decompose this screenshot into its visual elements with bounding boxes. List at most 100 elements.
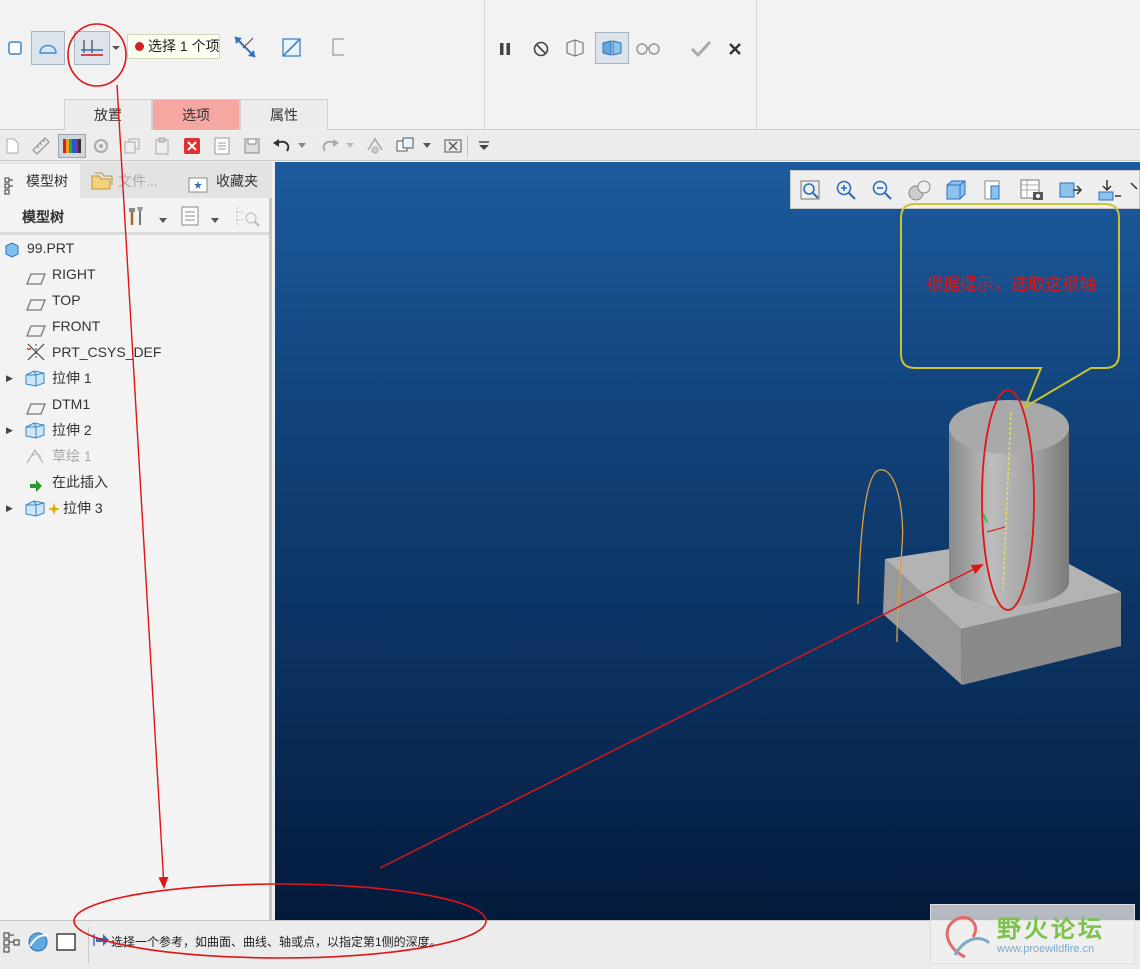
remove-material-button[interactable] — [277, 32, 307, 62]
tree-item-datum-plane[interactable]: FRONT — [0, 313, 269, 339]
favorites-icon — [188, 172, 208, 198]
tree-item-part[interactable]: 99.PRT — [0, 235, 269, 261]
save-button[interactable] — [240, 134, 264, 158]
tree-settings-button[interactable] — [126, 204, 152, 231]
tree-item-label: RIGHT — [52, 266, 96, 282]
measure-button[interactable] — [29, 134, 53, 158]
regenerate-model-button[interactable] — [363, 134, 387, 158]
regenerate-button[interactable] — [89, 134, 113, 158]
tree-item-label: 99.PRT — [27, 240, 75, 256]
filter-tree-icon — [236, 207, 260, 227]
depth-options-dropdown[interactable] — [108, 33, 124, 63]
navigator-tabs: 模型树 文件... 收藏夹 — [0, 162, 272, 198]
tree-item-extrude[interactable]: ▶ 拉伸 1 — [0, 365, 269, 391]
forum-logo-icon — [945, 916, 991, 959]
model-tree-icon — [4, 173, 20, 198]
tab-placement[interactable]: 放置 — [64, 99, 152, 130]
watermark-title: 野火论坛 — [997, 916, 1105, 943]
undo-button[interactable] — [270, 134, 294, 158]
paste-button[interactable] — [150, 134, 174, 158]
pause-button[interactable] — [490, 34, 520, 64]
list-view-icon — [181, 206, 199, 226]
checkmark-icon — [690, 40, 712, 58]
close-window-icon — [444, 139, 462, 153]
tree-item-coordinate-system[interactable]: PRT_CSYS_DEF — [0, 339, 269, 365]
depth-to-selected-button[interactable] — [74, 31, 110, 65]
delete-button[interactable] — [180, 134, 204, 158]
undo-dropdown[interactable] — [295, 134, 309, 158]
copy-icon — [124, 138, 140, 154]
surface-extrude-button[interactable] — [31, 31, 65, 65]
depth-reference-text: 选择 1 个项 — [148, 38, 220, 54]
separate-preview-button[interactable] — [560, 33, 590, 63]
attached-preview-button[interactable] — [595, 32, 629, 64]
tree-item-datum-plane[interactable]: RIGHT — [0, 261, 269, 287]
toolbar-overflow-button[interactable] — [472, 134, 496, 158]
expand-arrow-icon[interactable]: ▶ — [6, 417, 13, 443]
close-icon — [729, 43, 741, 55]
toggle-navigator-button[interactable] — [2, 931, 22, 956]
tree-filter-button[interactable] — [233, 204, 261, 231]
chevron-down-icon — [298, 143, 306, 148]
undo-icon — [273, 139, 290, 152]
regenerate-icon — [94, 139, 108, 153]
extrude-icon — [24, 499, 46, 525]
delete-icon — [184, 138, 200, 154]
depth-to-reference-icon — [81, 40, 103, 56]
thicken-icon — [332, 38, 344, 56]
graphics-window[interactable]: 根据提示，选取这根轴 — [275, 162, 1140, 920]
windows-dropdown[interactable] — [420, 134, 434, 158]
tree-item-datum-plane[interactable]: DTM1 — [0, 391, 269, 417]
properties-button[interactable] — [210, 134, 234, 158]
new-file-button[interactable] — [0, 134, 24, 158]
expand-arrow-icon[interactable]: ▶ — [6, 365, 13, 391]
navigator-panel: 模型树 文件... 收藏夹 模型树 99.PRT RIGHT TOP FRONT… — [0, 162, 272, 920]
tab-favorites[interactable]: 收藏夹 — [180, 164, 270, 198]
pause-icon — [500, 43, 510, 55]
copy-button[interactable] — [120, 134, 144, 158]
ruler-icon — [32, 137, 50, 155]
tab-options[interactable]: 选项 — [152, 99, 240, 130]
main-toolbar — [0, 131, 1140, 161]
flip-direction-button[interactable] — [230, 32, 260, 62]
cancel-button[interactable] — [720, 34, 750, 64]
model-tree-header: 模型树 — [0, 200, 269, 232]
redo-button[interactable] — [318, 134, 342, 158]
depth-reference-collector[interactable]: 选择 1 个项 — [127, 34, 220, 59]
toggle-fullscreen-button[interactable] — [56, 932, 76, 955]
windows-button[interactable] — [393, 134, 417, 158]
tree-settings-dropdown[interactable] — [158, 212, 168, 228]
close-window-button[interactable] — [441, 134, 465, 158]
tree-item-extrude[interactable]: ▶ 拉伸 2 — [0, 417, 269, 443]
chevron-down-icon — [423, 143, 431, 148]
ok-button[interactable] — [686, 34, 716, 64]
redo-icon — [322, 139, 339, 152]
tools-icon — [129, 207, 143, 225]
toggle-browser-button[interactable] — [26, 930, 50, 957]
thicken-sketch-button[interactable] — [323, 32, 353, 62]
tab-properties[interactable]: 属性 — [240, 99, 328, 130]
solid-extrude-button[interactable] — [0, 33, 30, 63]
expand-arrow-icon[interactable]: ▶ — [6, 495, 13, 521]
dashboard-divider — [756, 0, 757, 130]
regenerate-model-icon — [367, 137, 383, 154]
tab-folder-browser[interactable]: 文件... — [84, 164, 176, 198]
tree-item-label: 拉伸 1 — [52, 370, 92, 386]
cylinder-top-face[interactable] — [949, 400, 1069, 454]
appearance-button[interactable] — [58, 134, 86, 158]
tab-model-tree[interactable]: 模型树 — [0, 164, 80, 198]
tree-item-extrude-active[interactable]: ▶ 拉伸 3 — [0, 495, 269, 521]
tree-item-label: 拉伸 3 — [63, 500, 103, 516]
tree-show-dropdown[interactable] — [210, 212, 220, 228]
paste-icon — [155, 137, 169, 155]
tree-item-sketch[interactable]: 草绘 1 — [0, 443, 269, 469]
verify-button[interactable] — [633, 33, 663, 63]
no-preview-icon — [533, 41, 549, 57]
redo-dropdown[interactable] — [343, 134, 357, 158]
surface-icon — [39, 44, 57, 54]
tree-item-datum-plane[interactable]: TOP — [0, 287, 269, 313]
no-preview-button[interactable] — [526, 34, 556, 64]
required-indicator-icon — [135, 42, 144, 51]
tree-show-button[interactable] — [180, 205, 200, 230]
tree-item-insert-here[interactable]: 在此插入 — [0, 469, 269, 495]
